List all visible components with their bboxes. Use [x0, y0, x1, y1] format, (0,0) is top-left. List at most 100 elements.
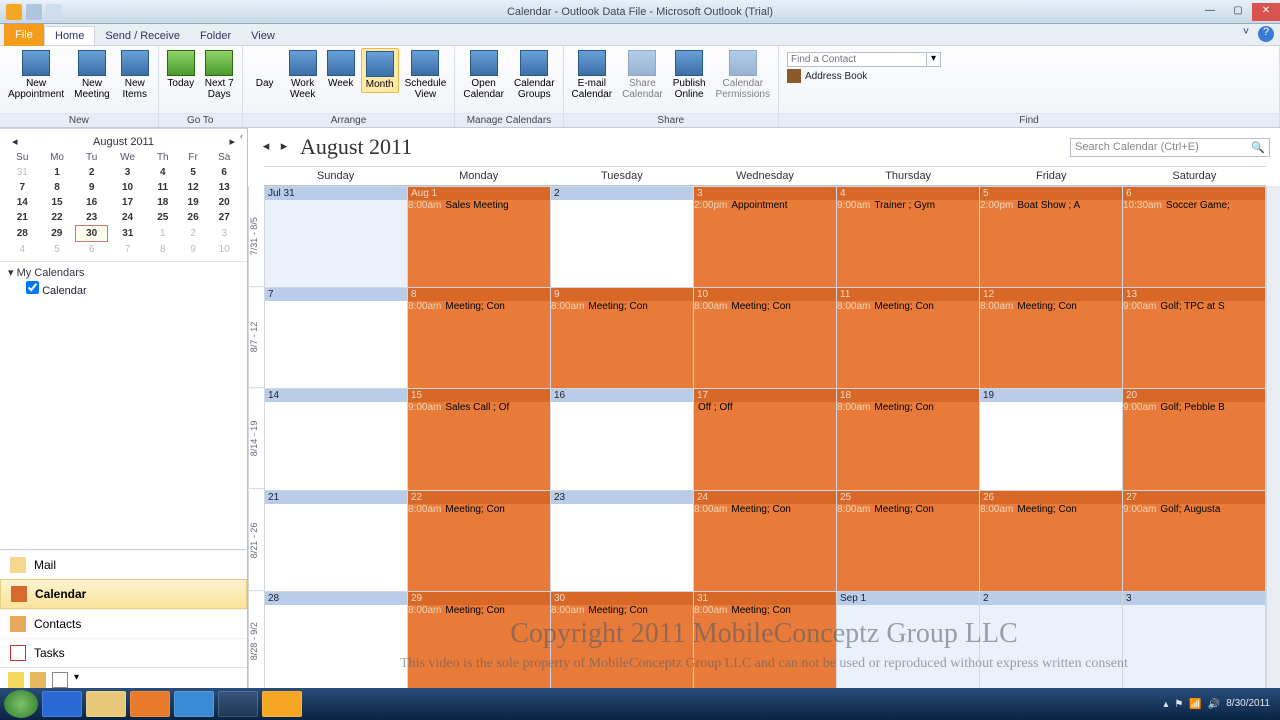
nav-options-icon[interactable]: ▾: [74, 672, 90, 688]
minical-day[interactable]: 2: [76, 165, 108, 180]
minical-day[interactable]: 10: [208, 242, 241, 258]
qat-save-icon[interactable]: [26, 4, 42, 20]
calendar-event[interactable]: 9:00amTrainer ; Gym: [837, 200, 979, 211]
ribbon-minimize-icon[interactable]: ˅: [1238, 26, 1254, 42]
minical-day[interactable]: 19: [178, 195, 208, 210]
tray-volume-icon[interactable]: 🔊: [1208, 699, 1220, 710]
prev-month-icon[interactable]: ◂: [258, 139, 274, 155]
calendar-day[interactable]: 159:00amSales Call ; Of: [407, 389, 550, 489]
minical-day[interactable]: 4: [147, 165, 178, 180]
taskbar-browser[interactable]: [174, 691, 214, 717]
calendar-day[interactable]: Sep 1: [836, 592, 979, 692]
help-icon[interactable]: ?: [1258, 26, 1274, 42]
minical-day[interactable]: 1: [39, 165, 76, 180]
schedule-view-button[interactable]: Schedule View: [401, 48, 451, 102]
minical-prev-icon[interactable]: ◂: [12, 135, 18, 148]
calendar-day[interactable]: 52:00pmBoat Show ; A: [979, 187, 1122, 287]
share-calendar-button[interactable]: Share Calendar: [618, 48, 667, 102]
calendar-day[interactable]: 318:00amMeeting; Con: [693, 592, 836, 692]
new-appointment-button[interactable]: New Appointment: [4, 48, 68, 102]
nav-mail[interactable]: Mail: [0, 550, 247, 579]
calendar-event[interactable]: 8:00amSales Meeting: [408, 200, 550, 211]
minical-day[interactable]: 9: [178, 242, 208, 258]
start-button[interactable]: [4, 690, 38, 718]
calendar-day[interactable]: 2: [979, 592, 1122, 692]
minical-day[interactable]: 25: [147, 210, 178, 226]
calendar-day[interactable]: 308:00amMeeting; Con: [550, 592, 693, 692]
next-month-icon[interactable]: ▸: [276, 139, 292, 155]
mini-calendar[interactable]: ◂ August 2011 ▸ SuMoTuWeThFrSa3112345678…: [0, 129, 247, 261]
open-calendar-button[interactable]: Open Calendar: [459, 48, 508, 102]
minical-day[interactable]: 3: [208, 226, 241, 242]
taskbar-outlook[interactable]: [262, 691, 302, 717]
tab-view[interactable]: View: [241, 27, 285, 45]
calendar-day[interactable]: 188:00amMeeting; Con: [836, 389, 979, 489]
day-view-button[interactable]: Day: [247, 48, 283, 91]
calendar-day[interactable]: 298:00amMeeting; Con: [407, 592, 550, 692]
calendar-event[interactable]: 9:00amSales Call ; Of: [408, 402, 550, 413]
calendar-event[interactable]: 8:00amMeeting; Con: [408, 301, 550, 312]
minical-day[interactable]: 2: [178, 226, 208, 242]
calendar-day[interactable]: 258:00amMeeting; Con: [836, 491, 979, 591]
calendar-day[interactable]: 209:00amGolf; Pebble B: [1122, 389, 1265, 489]
calendar-event[interactable]: 8:00amMeeting; Con: [837, 504, 979, 515]
calendar-groups-button[interactable]: Calendar Groups: [510, 48, 559, 102]
calendar-day[interactable]: 268:00amMeeting; Con: [979, 491, 1122, 591]
nav-calendar[interactable]: Calendar: [0, 579, 247, 609]
minical-day[interactable]: 16: [76, 195, 108, 210]
minical-day[interactable]: 26: [178, 210, 208, 226]
calendar-day[interactable]: 23: [550, 491, 693, 591]
tab-send-receive[interactable]: Send / Receive: [95, 27, 190, 45]
calendar-day[interactable]: 139:00amGolf; TPC at S: [1122, 288, 1265, 388]
calendar-day[interactable]: 16: [550, 389, 693, 489]
tab-home[interactable]: Home: [44, 26, 95, 45]
calendar-event[interactable]: 8:00amMeeting; Con: [408, 605, 550, 616]
calendar-day[interactable]: 128:00amMeeting; Con: [979, 288, 1122, 388]
tray-clock[interactable]: 8/30/2011: [1226, 699, 1270, 709]
calendar-day[interactable]: Jul 31: [264, 187, 407, 287]
calendar-day[interactable]: 279:00amGolf; Augusta: [1122, 491, 1265, 591]
taskbar[interactable]: ▴ ⚑ 📶 🔊 8/30/2011: [0, 688, 1280, 720]
taskbar-ie[interactable]: [42, 691, 82, 717]
tab-folder[interactable]: Folder: [190, 27, 241, 45]
calendar-event[interactable]: 9:00amGolf; TPC at S: [1123, 301, 1265, 312]
minical-day[interactable]: 23: [76, 210, 108, 226]
calendar-day[interactable]: 248:00amMeeting; Con: [693, 491, 836, 591]
publish-online-button[interactable]: Publish Online: [669, 48, 710, 102]
taskbar-explorer[interactable]: [86, 691, 126, 717]
calendar-day[interactable]: 228:00amMeeting; Con: [407, 491, 550, 591]
calendar-event[interactable]: 8:00amMeeting; Con: [980, 504, 1122, 515]
calendar-day[interactable]: 7: [264, 288, 407, 388]
my-calendars-group[interactable]: ▾ My Calendars: [8, 266, 239, 279]
calendar-checkbox[interactable]: [26, 281, 39, 294]
minical-day[interactable]: 6: [76, 242, 108, 258]
file-tab[interactable]: File: [4, 24, 44, 46]
calendar-day[interactable]: 17Off ; Off: [693, 389, 836, 489]
month-view-button[interactable]: Month: [361, 48, 399, 93]
minical-day[interactable]: 10: [108, 180, 147, 195]
calendar-day[interactable]: 14: [264, 389, 407, 489]
nav-collapse-icon[interactable]: ‹: [240, 131, 243, 141]
calendar-event[interactable]: 10:30amSoccer Game;: [1123, 200, 1265, 211]
calendar-event[interactable]: 8:00amMeeting; Con: [694, 504, 836, 515]
calendar-day[interactable]: 49:00amTrainer ; Gym: [836, 187, 979, 287]
calendar-event[interactable]: 2:00pmBoat Show ; A: [980, 200, 1122, 211]
minical-day[interactable]: 11: [147, 180, 178, 195]
search-calendar-input[interactable]: Search Calendar (Ctrl+E) 🔍: [1070, 138, 1270, 157]
tray-network-icon[interactable]: 📶: [1189, 699, 1201, 710]
close-button[interactable]: ✕: [1252, 3, 1280, 21]
calendar-event[interactable]: 8:00amMeeting; Con: [694, 605, 836, 616]
new-meeting-button[interactable]: New Meeting: [70, 48, 114, 102]
tray-flag-icon[interactable]: ⚑: [1174, 699, 1183, 710]
calendar-item[interactable]: Calendar: [8, 279, 239, 299]
calendar-event[interactable]: 8:00amMeeting; Con: [837, 301, 979, 312]
taskbar-media[interactable]: [130, 691, 170, 717]
tray-expand-icon[interactable]: ▴: [1163, 699, 1168, 710]
minical-day[interactable]: 13: [208, 180, 241, 195]
calendar-day[interactable]: 21: [264, 491, 407, 591]
folder-list-icon[interactable]: [30, 672, 46, 688]
scrollbar[interactable]: [1266, 186, 1280, 692]
calendar-event[interactable]: 8:00amMeeting; Con: [837, 402, 979, 413]
minical-day[interactable]: 6: [208, 165, 241, 180]
minical-next-icon[interactable]: ▸: [229, 135, 235, 148]
